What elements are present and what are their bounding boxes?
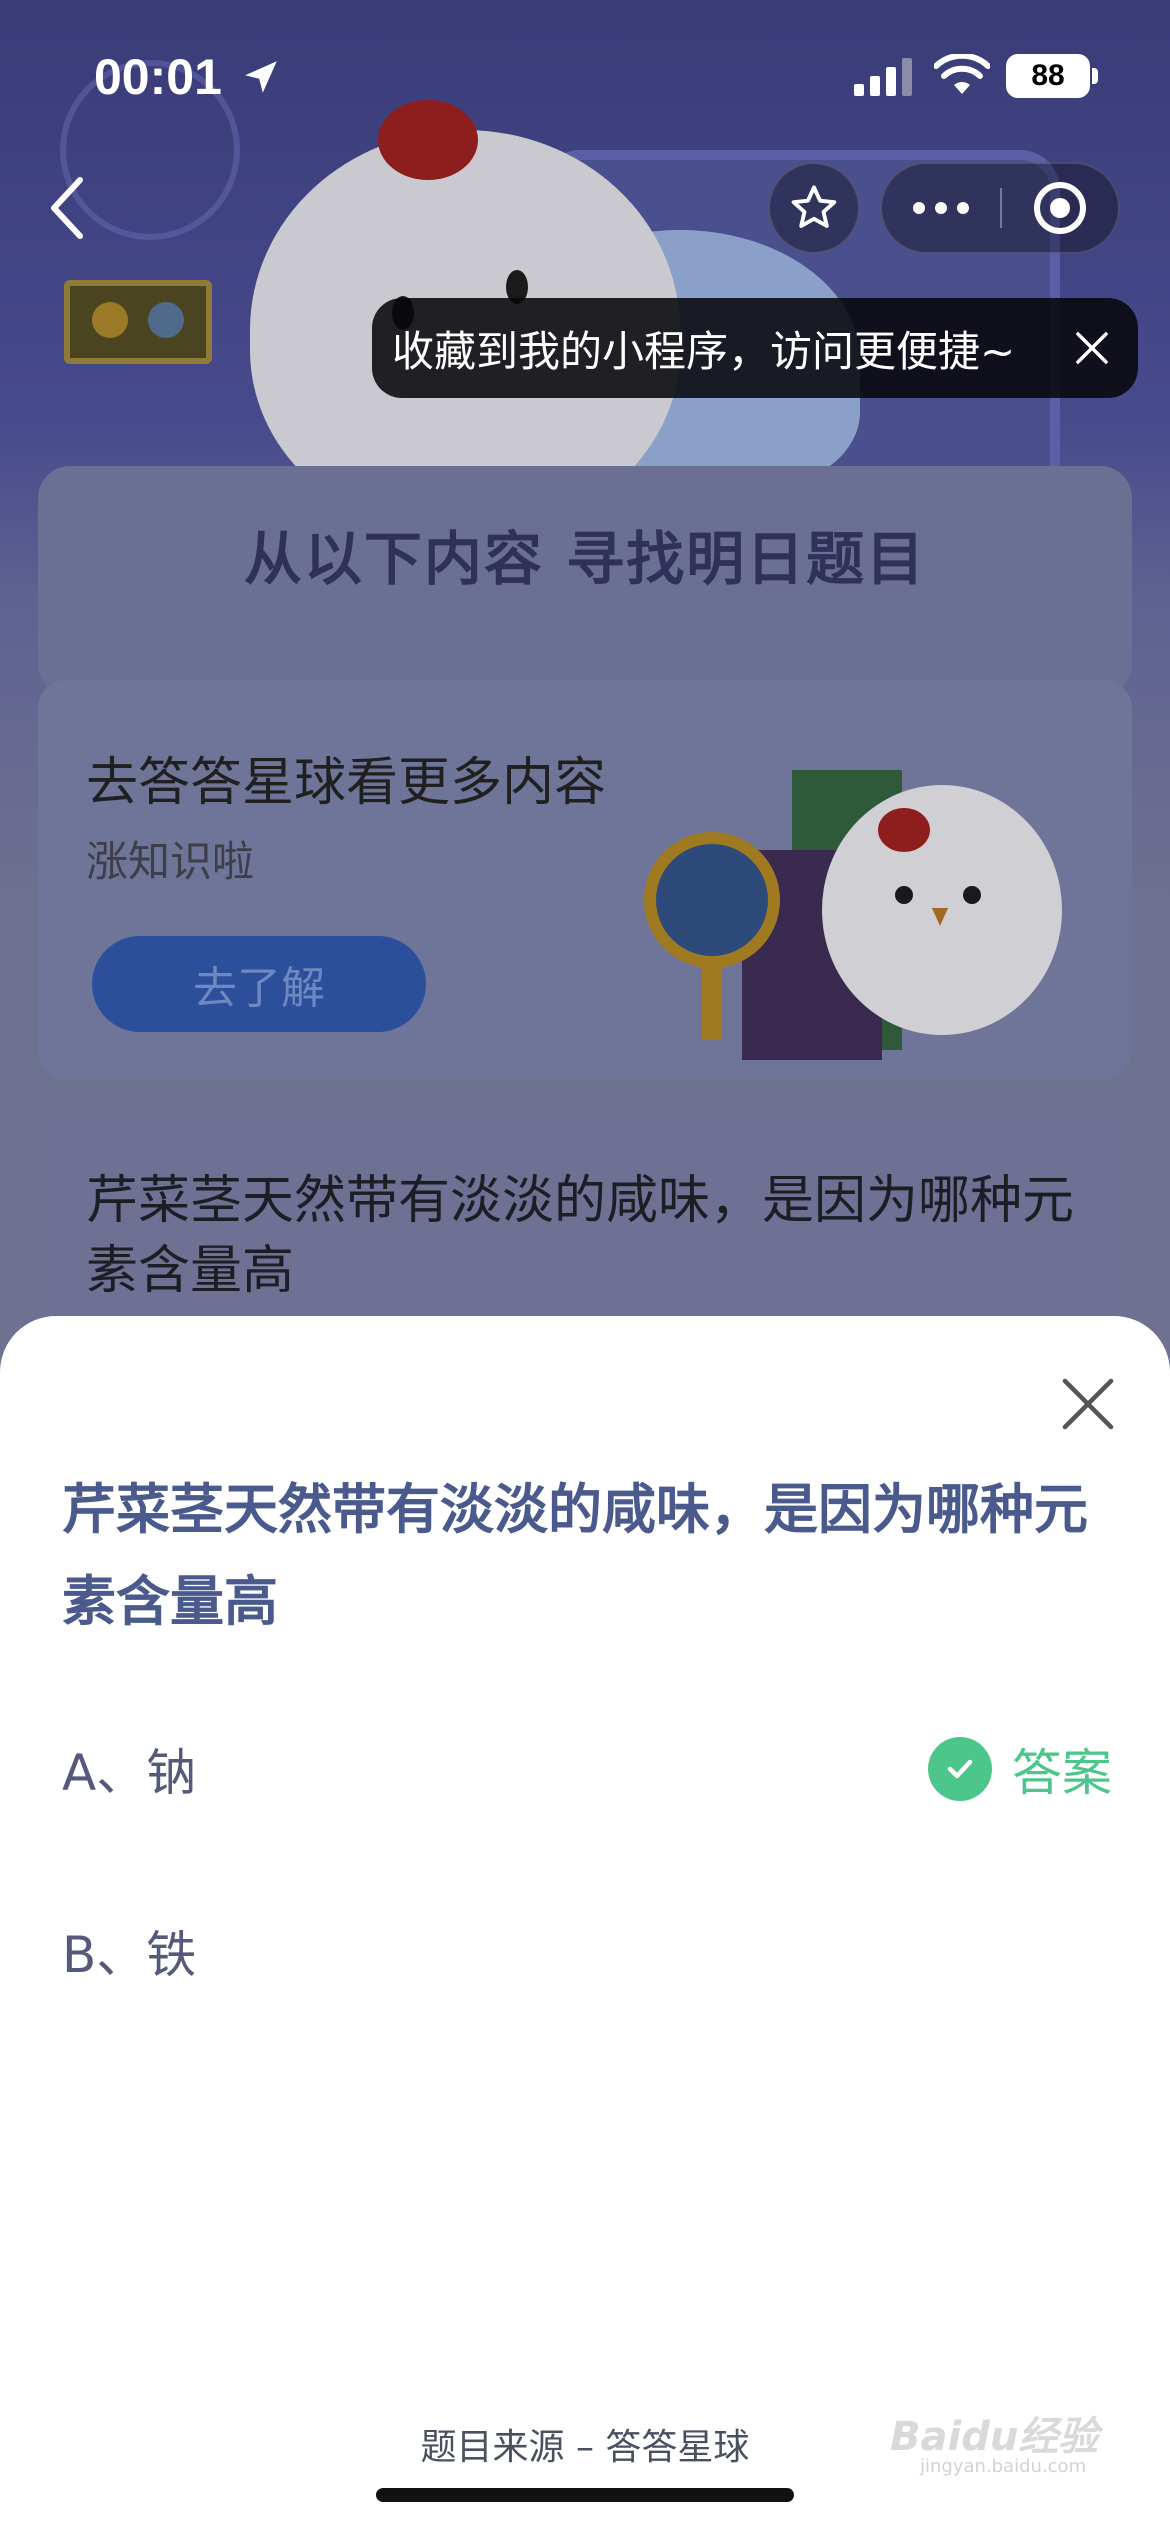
- question-preview-text: 芹菜茎天然带有淡淡的咸味，是因为哪种元素含量高: [86, 1171, 1075, 1301]
- promo-subtitle: 涨知识啦: [86, 837, 255, 886]
- option-a[interactable]: A、钠 答案: [62, 1724, 1112, 1814]
- option-b[interactable]: B、铁: [62, 1906, 1112, 1996]
- more-dots-icon: [913, 202, 969, 214]
- medal-plaque-icon: [64, 280, 212, 364]
- promo-title: 去答答星球看更多内容: [86, 753, 607, 813]
- close-miniprogram-button[interactable]: [1002, 164, 1118, 252]
- tooltip-close-button[interactable]: [1064, 320, 1120, 376]
- more-button[interactable]: [882, 164, 1000, 252]
- miniprogram-capsule: [880, 162, 1120, 254]
- answer-label: 答案: [1012, 1744, 1112, 1802]
- favorite-button[interactable]: [768, 162, 860, 254]
- add-to-favorites-tooltip: 收藏到我的小程序，访问更便捷~: [372, 298, 1138, 398]
- globe-chick-illustration: [644, 770, 1062, 1060]
- battery-tip: [1092, 68, 1098, 84]
- target-circle-icon: [1034, 182, 1086, 234]
- wifi-icon: [934, 54, 990, 94]
- cellular-signal-icon: [854, 58, 912, 96]
- battery-indicator: 88: [1006, 54, 1090, 98]
- status-bar: 00:01 88: [0, 0, 1170, 150]
- option-label: A、钠: [62, 1744, 197, 1802]
- location-arrow-icon: [245, 61, 277, 93]
- status-time: 00:01: [94, 49, 222, 105]
- promo-card: 去答答星球看更多内容 涨知识啦 去了解: [38, 680, 1132, 1080]
- answer-bottom-sheet: 芹菜茎天然带有淡淡的咸味，是因为哪种元素含量高 A、钠 答案 B、铁 题目来源 …: [0, 1316, 1170, 2532]
- tooltip-text: 收藏到我的小程序，访问更便捷~: [392, 326, 1016, 376]
- close-icon: [1062, 1378, 1114, 1430]
- watermark-logo: Baidu经验: [890, 2414, 1099, 2460]
- watermark-url: jingyan.baidu.com: [920, 2456, 1087, 2477]
- check-icon: [928, 1737, 992, 1801]
- sheet-close-button[interactable]: [1052, 1368, 1124, 1440]
- star-icon: [791, 185, 837, 228]
- option-label: B、铁: [62, 1926, 197, 1984]
- home-indicator[interactable]: [376, 2488, 794, 2502]
- back-arrow-icon[interactable]: [40, 168, 100, 248]
- answer-badge: 答案: [928, 1724, 1112, 1814]
- close-icon: [1076, 332, 1108, 364]
- question-title: 芹菜茎天然带有淡淡的咸味，是因为哪种元素含量高: [62, 1478, 1088, 1633]
- learn-more-button[interactable]: 去了解: [92, 936, 426, 1032]
- section-heading: 从以下内容 寻找明日题目: [243, 525, 927, 593]
